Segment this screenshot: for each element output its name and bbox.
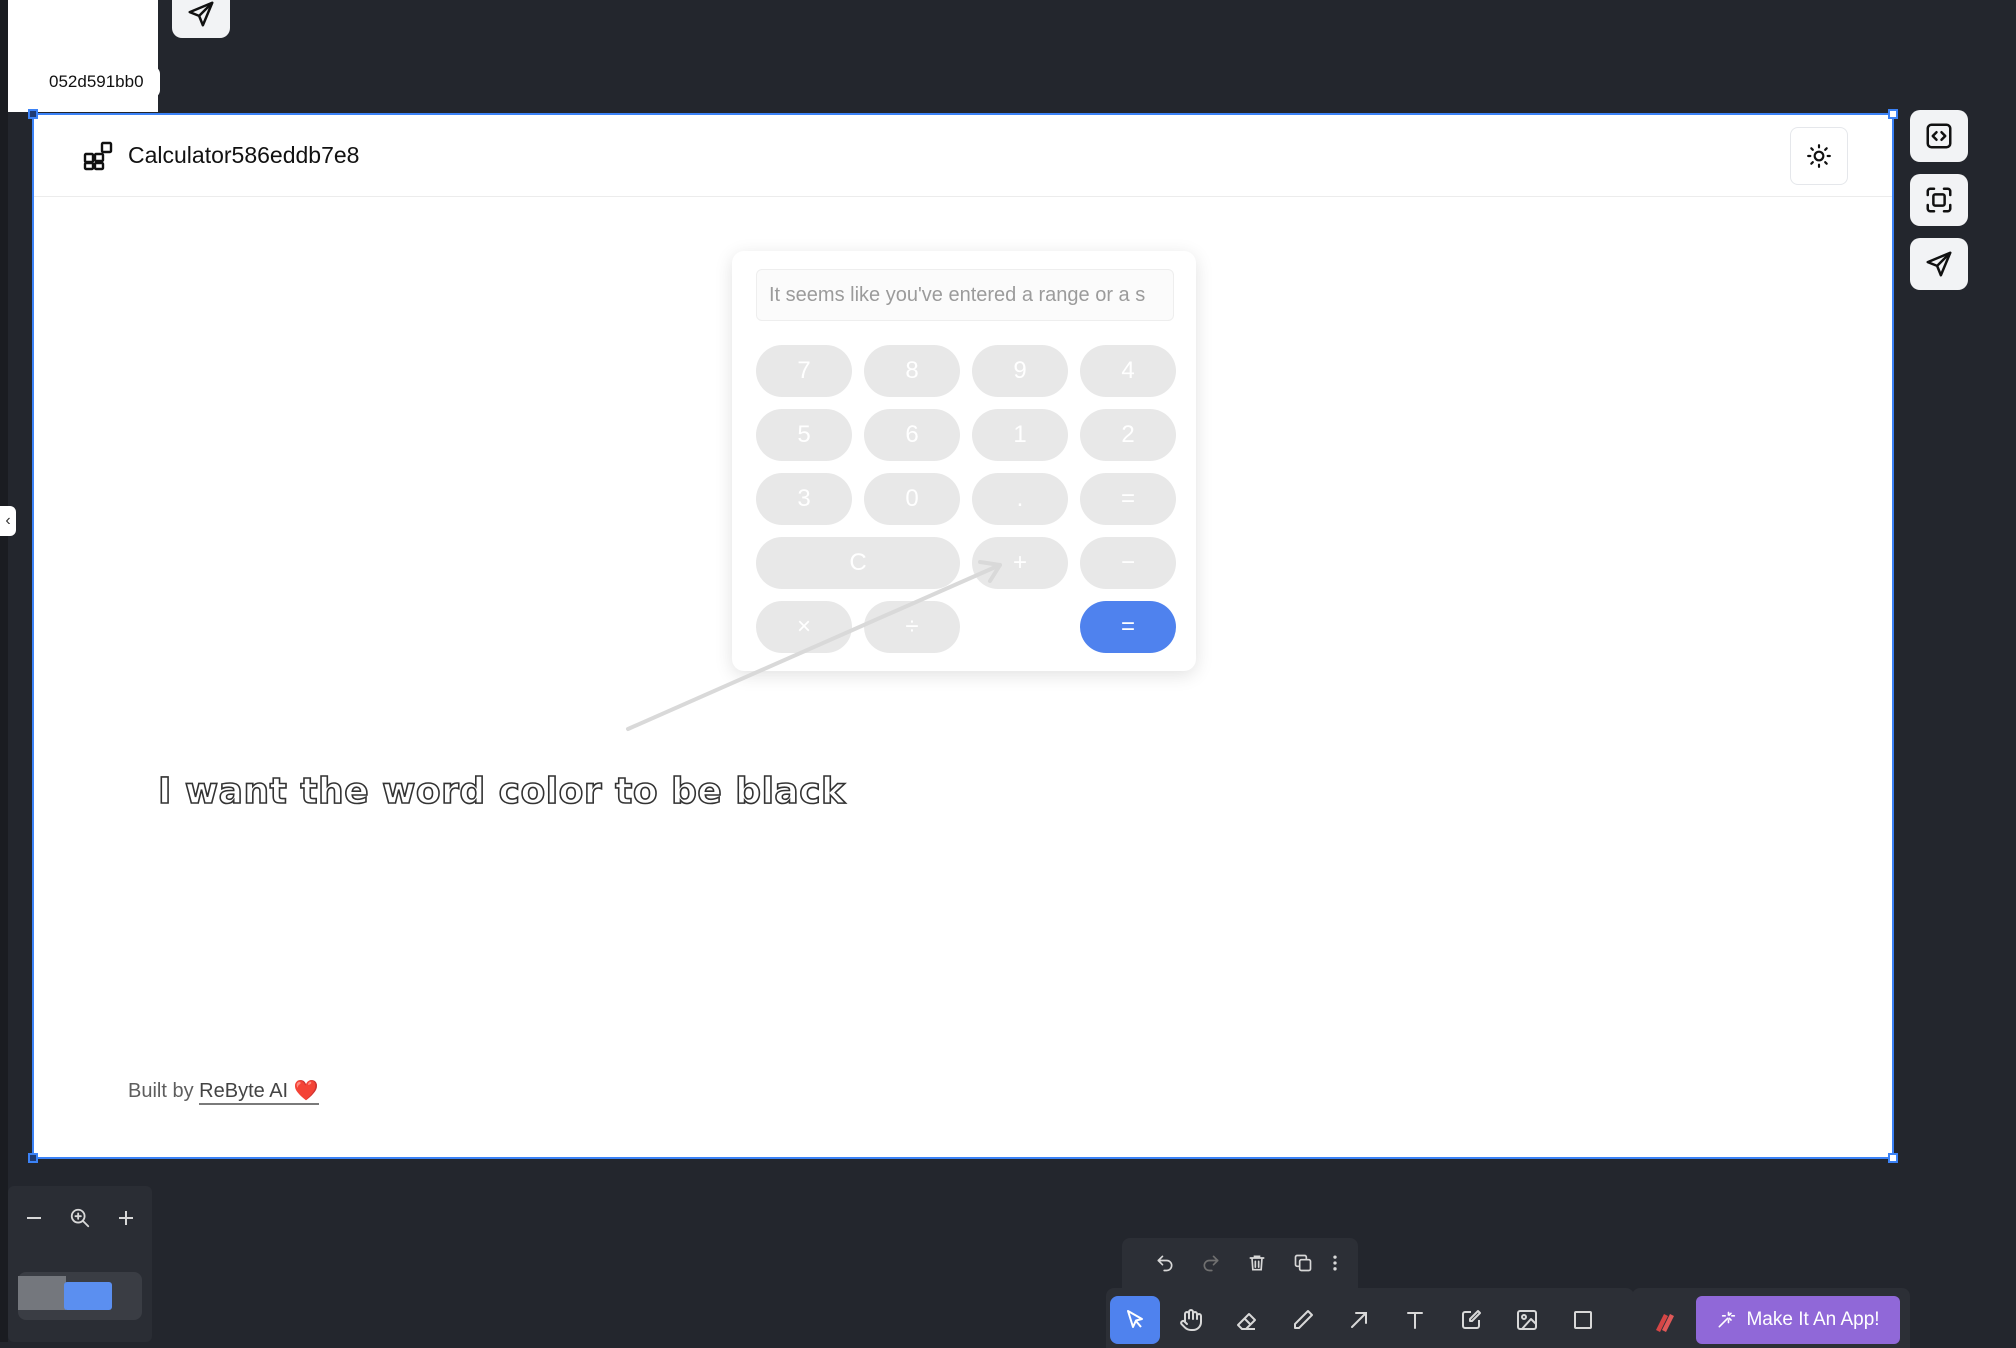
rebyte-link[interactable]: ReByte AI ❤️ (199, 1080, 319, 1105)
brand-logo-icon (1656, 1314, 1674, 1332)
eraser-tool[interactable] (1222, 1296, 1272, 1344)
pencil-tool[interactable] (1278, 1296, 1328, 1344)
redo-button[interactable] (1194, 1246, 1228, 1280)
image-tool[interactable] (1502, 1296, 1552, 1344)
arrow-tool[interactable] (1334, 1296, 1384, 1344)
zoom-reset-button[interactable] (62, 1200, 98, 1236)
duplicate-icon (1294, 1254, 1312, 1272)
zoom-out-button[interactable] (16, 1200, 52, 1236)
more-options-button[interactable] (1318, 1246, 1352, 1280)
undo-icon (1157, 1255, 1173, 1272)
note-icon (1462, 1310, 1481, 1329)
send-icon (188, 1, 214, 27)
app-actions-bar: Make It An App! (1632, 1288, 1910, 1348)
redo-icon (1203, 1255, 1219, 1272)
arrow-icon (1351, 1312, 1367, 1328)
collapse-panel-button[interactable]: ‹ (0, 506, 16, 536)
left-edge (0, 0, 8, 1342)
send-button[interactable] (1910, 238, 1968, 290)
pencil-icon (1294, 1310, 1313, 1329)
rectangle-tool[interactable] (1558, 1296, 1608, 1344)
annotation-arrow[interactable] (34, 115, 1892, 1157)
text-icon (1407, 1312, 1423, 1329)
screenshot-button[interactable] (1910, 174, 1968, 226)
view-code-button[interactable] (1910, 110, 1968, 162)
text-tool[interactable] (1390, 1296, 1440, 1344)
footer-prefix: Built by (128, 1080, 200, 1102)
note-tool[interactable] (1446, 1296, 1496, 1344)
annotation-text[interactable]: I want the word color to be black (157, 770, 846, 813)
plus-icon (119, 1211, 133, 1225)
minimap-content (18, 1276, 66, 1310)
select-tool[interactable] (1110, 1296, 1160, 1344)
image-icon (1517, 1310, 1537, 1330)
minimap-viewport[interactable] (64, 1282, 112, 1310)
duplicate-button[interactable] (1286, 1246, 1320, 1280)
app-frame[interactable]: Calculator586eddb7e8 It seems like you'v… (28, 109, 1898, 1163)
rectangle-icon (1574, 1311, 1592, 1329)
hand-tool[interactable] (1166, 1296, 1216, 1344)
zoom-panel (8, 1186, 152, 1342)
screenshot-icon (1926, 187, 1952, 213)
footer-credit: Built by ReByte AI ❤️ (128, 1078, 319, 1105)
trash-icon (1249, 1255, 1265, 1271)
zoom-in-button[interactable] (108, 1200, 144, 1236)
frame-id-tag[interactable]: 052d591bb0 (33, 66, 160, 98)
make-it-an-app-button[interactable]: Make It An App! (1696, 1296, 1900, 1344)
undo-button[interactable] (1148, 1246, 1182, 1280)
send-icon (1926, 251, 1952, 277)
select-icon (1127, 1310, 1143, 1328)
make-app-label: Make It An App! (1746, 1309, 1880, 1330)
top-send-button[interactable] (172, 0, 230, 38)
zoom-icon (70, 1208, 90, 1228)
more-icon (1333, 1255, 1337, 1271)
delete-button[interactable] (1240, 1246, 1274, 1280)
sparkle-wand-icon (1718, 1311, 1736, 1328)
drawing-toolbar (1106, 1288, 1634, 1348)
code-icon (1926, 123, 1952, 149)
hand-icon (1180, 1309, 1202, 1331)
eraser-icon (1237, 1313, 1256, 1330)
edit-toolbar (1122, 1238, 1358, 1288)
minus-icon (27, 1217, 41, 1219)
heart-icon: ❤️ (293, 1080, 319, 1102)
chevron-left-icon: ‹ (5, 512, 11, 529)
